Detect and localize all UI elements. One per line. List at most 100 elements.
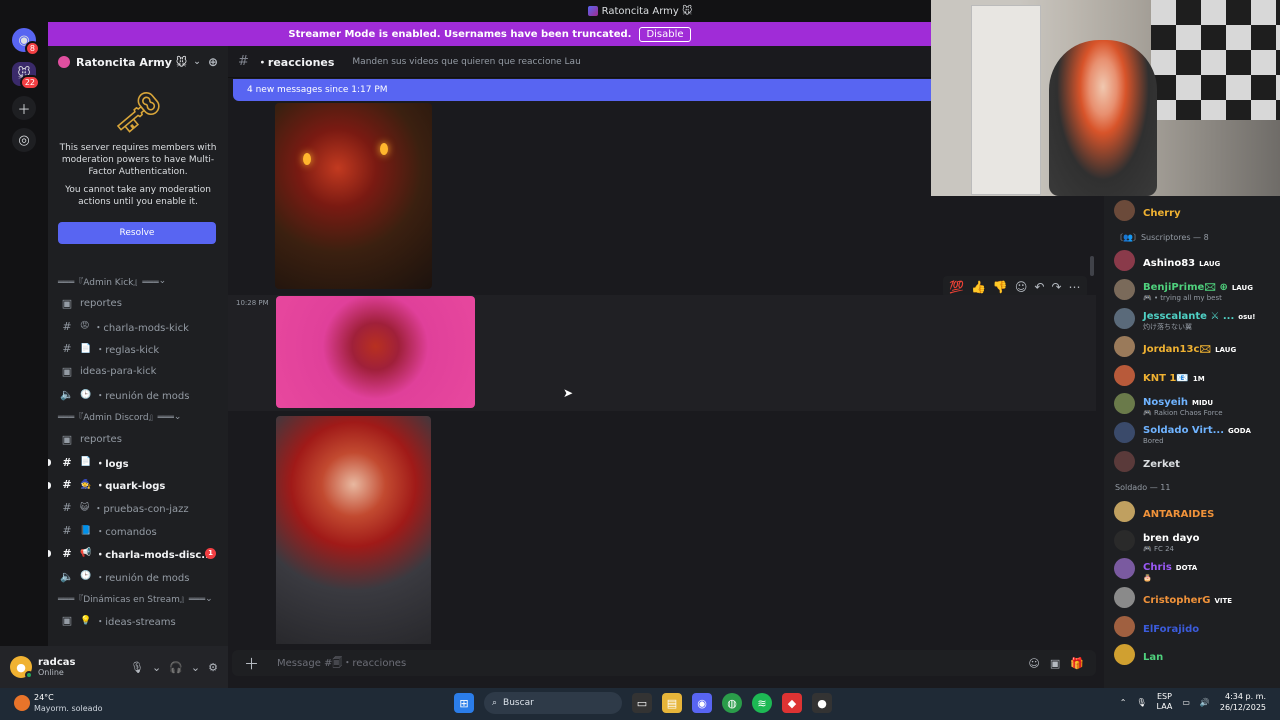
channel-item[interactable]: # 📘 ・comandos: [48, 519, 228, 542]
member-item[interactable]: KNT 1📧 1M: [1104, 361, 1280, 390]
task-view-icon[interactable]: ▭: [632, 693, 652, 713]
chevron-down-icon[interactable]: ⌄: [152, 661, 161, 674]
message-image[interactable]: [276, 296, 475, 408]
gear-icon[interactable]: ⚙: [208, 661, 218, 674]
channel-label: reportes: [80, 297, 122, 309]
message-input[interactable]: Message #🗐・reacciones: [277, 654, 406, 673]
forward-icon[interactable]: ↷: [1051, 280, 1061, 294]
channel-label: reportes: [80, 433, 122, 445]
reaction-emoji-icon[interactable]: 💯: [949, 280, 964, 294]
member-item[interactable]: ElForajido: [1104, 612, 1280, 641]
clock-date: 26/12/2025: [1219, 703, 1266, 712]
more-icon[interactable]: ⋯: [1069, 280, 1081, 294]
category-label: ═══『Admin Discord』═══: [58, 413, 174, 424]
member-item[interactable]: Soldado Virt... GODA Bored: [1104, 418, 1280, 447]
member-item[interactable]: ANTARAIDES: [1104, 497, 1280, 526]
channel-item[interactable]: ▣ reportes: [48, 428, 228, 451]
channel-emoji: 📄: [80, 343, 92, 354]
gift-icon[interactable]: 🎁: [1070, 657, 1084, 670]
scrollbar[interactable]: [1090, 256, 1094, 276]
windows-start-icon[interactable]: ⊞: [454, 693, 474, 713]
chevron-down-icon[interactable]: ⌄: [191, 661, 200, 674]
channel-category[interactable]: ═══『Dinámicas en Stream』═══ ⌄: [48, 588, 228, 610]
channel-item[interactable]: # 😡 ・charla-mods-kick: [48, 315, 228, 338]
member-item[interactable]: Chris DOTA 🎂: [1104, 555, 1280, 584]
chevron-up-icon[interactable]: ⌃: [1120, 698, 1127, 707]
network-icon[interactable]: ▭: [1182, 698, 1190, 707]
disable-button[interactable]: Disable: [639, 26, 691, 42]
server-header[interactable]: Ratoncita Army 🐭 ⌄ ⊕: [48, 46, 228, 78]
weather-widget[interactable]: 24°C Mayorm. soleado: [14, 692, 103, 714]
taskbar-search[interactable]: ⌕ Buscar: [484, 692, 622, 714]
file-explorer-icon[interactable]: ▤: [662, 693, 682, 713]
member-item[interactable]: bren dayo 🎮 FC 24: [1104, 526, 1280, 555]
headphones-icon[interactable]: 🎧: [169, 661, 183, 674]
emoji-icon[interactable]: ☺: [1028, 657, 1039, 670]
channel-emoji: 📄: [80, 457, 92, 468]
message-composer[interactable]: ＋ Message #🗐・reacciones ☺ ▣ 🎁: [232, 650, 1096, 676]
avatar: [1114, 501, 1135, 523]
channel-item[interactable]: 🔈 🕒 ・reunión de mods: [48, 565, 228, 588]
channel-item[interactable]: ▣ reportes: [48, 292, 228, 315]
member-item[interactable]: BenjiPrime🖂 ⊕ LAUG 🎮 • trying all my best: [1104, 275, 1280, 304]
resolve-button[interactable]: Resolve: [58, 222, 216, 244]
avatar[interactable]: ●: [10, 656, 33, 679]
member-item[interactable]: Jesscalante ⚔ ... osu! 灼け落ちない翼: [1104, 304, 1280, 333]
language-indicator[interactable]: ESP LAA: [1157, 692, 1173, 712]
member-name: Chris: [1143, 561, 1172, 573]
thumbs-up-icon[interactable]: 👍: [971, 280, 986, 294]
discord-taskbar-icon[interactable]: ◉: [692, 693, 712, 713]
mention-badge: 1: [205, 547, 216, 559]
member-item[interactable]: Lan: [1104, 640, 1280, 669]
gif-icon[interactable]: ▣: [1050, 657, 1060, 670]
add-server-icon[interactable]: ＋: [12, 96, 36, 120]
thumbs-down-icon[interactable]: 👎: [993, 280, 1008, 294]
avatar: [1114, 644, 1135, 666]
volume-icon[interactable]: 🔊: [1200, 698, 1210, 707]
chrome-icon[interactable]: ◍: [722, 693, 742, 713]
add-attachment-icon[interactable]: ＋: [244, 653, 259, 674]
streamer-mode-banner: Streamer Mode is enabled. Usernames have…: [48, 22, 931, 46]
member-item[interactable]: CristopherG VITE: [1104, 583, 1280, 612]
app-icon[interactable]: ◆: [782, 693, 802, 713]
channel-item[interactable]: # 📄 ・logs: [48, 451, 228, 474]
add-reaction-icon[interactable]: ☺: [1015, 280, 1028, 294]
member-item[interactable]: Ashino83 LAUG: [1104, 247, 1280, 276]
member-item[interactable]: Jordan13c🖂 LAUG: [1104, 332, 1280, 361]
member-group-header: Soldado — 11: [1115, 483, 1171, 493]
message-image[interactable]: [275, 103, 432, 289]
channel-category[interactable]: ═══『Admin Discord』═══ ⌄: [48, 406, 228, 428]
channel-item[interactable]: ▣ ideas-para-kick: [48, 360, 228, 383]
channel-item[interactable]: # 😺 ・pruebas-con-jazz: [48, 496, 228, 519]
channel-item[interactable]: # 📢 ・charla-mods-disc... 1: [48, 542, 228, 565]
member-group-header: 〔👥〕Suscriptores — 8: [1115, 232, 1209, 242]
obs-icon[interactable]: ●: [812, 693, 832, 713]
message-row[interactable]: 10:28 PM: [228, 295, 1096, 411]
channel-item[interactable]: # 📄 ・reglas-kick: [48, 338, 228, 361]
microphone-icon[interactable]: 🎙: [1136, 698, 1146, 707]
member-item[interactable]: Cherry: [1104, 196, 1280, 225]
clock[interactable]: 4:34 p. m. 26/12/2025: [1220, 691, 1266, 713]
channel-item[interactable]: ▣ 💡 ・ideas-streams: [48, 610, 228, 633]
member-item[interactable]: Nosyeih MIDU 🎮 Rakion Chaos Force: [1104, 390, 1280, 419]
member-list: Cherry 〔👥〕Suscriptores — 8 Ashino83 LAUG Ben…: [1104, 196, 1280, 688]
channel-category[interactable]: ═══『Admin Kick』═══ ⌄: [48, 270, 228, 292]
member-item[interactable]: Zerket: [1104, 447, 1280, 476]
channel-item[interactable]: # 🧙 ・quark-logs: [48, 474, 228, 497]
member-name: KNT 1📧: [1143, 372, 1189, 384]
flame-shape: [303, 153, 311, 165]
add-member-icon[interactable]: ⊕: [208, 55, 218, 69]
member-tag: LAUG: [1215, 346, 1237, 355]
mfa-text-1: This server requires members with modera…: [59, 143, 217, 177]
server-icon-ratoncita[interactable]: 🐭 22: [12, 62, 40, 90]
microphone-icon[interactable]: 🎙: [130, 661, 144, 674]
discover-icon[interactable]: ◎: [12, 128, 36, 152]
dm-badge: 8: [24, 41, 40, 56]
reply-icon[interactable]: ↶: [1034, 280, 1044, 294]
message-image[interactable]: [276, 416, 431, 644]
discord-home-icon[interactable]: ◉ 8: [12, 28, 40, 56]
channel-item[interactable]: 🔈 🕒 ・reunión de mods: [48, 383, 228, 406]
spotify-icon[interactable]: ≋: [752, 693, 772, 713]
new-messages-bar[interactable]: 4 new messages since 1:17 PM: [233, 79, 931, 101]
member-tag: 1M: [1192, 374, 1205, 383]
